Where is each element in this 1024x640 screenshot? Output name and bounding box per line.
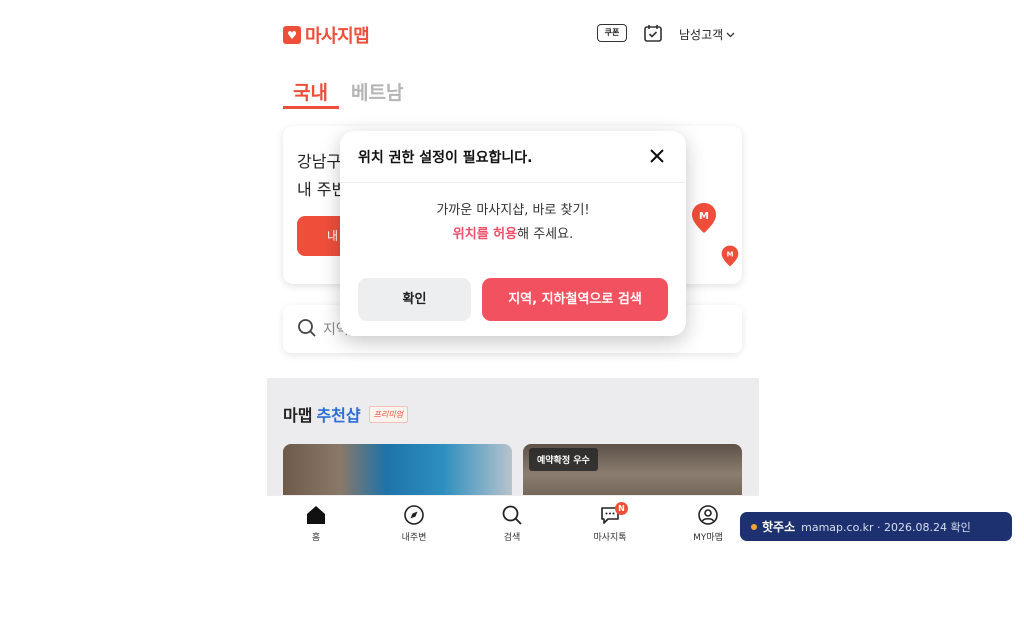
nav-label: 마사지톡	[593, 533, 627, 543]
compass-icon	[404, 505, 424, 525]
coupon-button[interactable]: 쿠폰	[597, 24, 627, 42]
premium-badge: 프리미엄	[368, 405, 409, 423]
gender-selector[interactable]: 남성고객	[679, 26, 735, 43]
calendar-check-icon[interactable]	[643, 23, 663, 43]
modal-message-line1: 가까운 마사지샵, 바로 찾기!	[436, 203, 590, 218]
confirm-button[interactable]: 확인	[358, 278, 471, 321]
map-pin-icon: M	[721, 245, 739, 267]
recommend-title-plain: 마맵	[283, 406, 313, 425]
new-badge: N	[615, 502, 628, 515]
user-icon	[698, 505, 718, 525]
home-icon	[307, 506, 325, 524]
gender-label: 남성고객	[679, 28, 724, 42]
chevron-down-icon	[726, 32, 735, 37]
search-icon	[502, 505, 522, 525]
bottom-nav: 홈 내주변 검색 N 마사지톡 MY마맵	[267, 495, 759, 560]
tab-domestic[interactable]: 국내	[293, 78, 328, 105]
modal-message-rest: 해 주세요.	[517, 227, 574, 242]
tab-vietnam[interactable]: 베트남	[351, 78, 403, 105]
hot-address-toast[interactable]: 핫주소 mamap.co.kr · 2026.08.24 확인	[740, 512, 1012, 541]
close-icon[interactable]	[648, 147, 666, 165]
modal-message-highlight: 위치를 허용	[452, 227, 518, 242]
location-line2: 내 주변	[297, 180, 347, 199]
svg-text:M: M	[727, 251, 734, 259]
toast-title: 핫주소	[762, 520, 796, 534]
nav-item-my[interactable]: MY마맵	[673, 504, 743, 543]
modal-message-line2: 위치를 허용해 주세요.	[340, 223, 686, 247]
location-permission-modal: 위치 권한 설정이 필요합니다. 가까운 마사지샵, 바로 찾기! 위치를 허용…	[340, 131, 686, 336]
nav-label: 검색	[503, 533, 521, 543]
shop-badge: 예약확정 우수	[529, 448, 598, 471]
recommend-title-highlight: 추천샵	[316, 406, 361, 425]
nav-item-home[interactable]: 홈	[281, 504, 351, 543]
location-text: 강남구 내 주변	[297, 148, 346, 204]
header: ♥ 마사지맵 쿠폰 남성고객	[267, 0, 759, 68]
logo-mark-icon: ♥	[283, 26, 301, 44]
nav-item-nearby[interactable]: 내주변	[379, 504, 449, 543]
nav-label: 내주변	[401, 533, 427, 543]
location-line1: 강남구	[297, 152, 342, 171]
active-tab-indicator	[283, 106, 339, 109]
map-pin-icon: M	[692, 203, 716, 233]
modal-title: 위치 권한 설정이 필요합니다.	[358, 150, 533, 166]
modal-divider	[340, 182, 686, 183]
nav-item-search[interactable]: 검색	[477, 504, 547, 543]
nav-label: 홈	[311, 533, 321, 543]
search-icon	[298, 319, 316, 337]
logo-text: 마사지맵	[305, 26, 370, 47]
recommend-title: 마맵 추천샵 프리미엄	[283, 402, 409, 426]
region-tabs: 국내 베트남	[267, 68, 759, 110]
status-dot-icon	[751, 524, 757, 530]
logo[interactable]: ♥ 마사지맵	[283, 22, 370, 48]
svg-text:M: M	[699, 211, 709, 222]
nav-item-chat[interactable]: N 마사지톡	[575, 502, 645, 543]
nav-label: MY마맵	[693, 533, 723, 543]
modal-message: 가까운 마사지샵, 바로 찾기! 위치를 허용해 주세요.	[340, 199, 686, 247]
toast-info: mamap.co.kr · 2026.08.24 확인	[801, 520, 971, 534]
region-search-button[interactable]: 지역, 지하철역으로 검색	[482, 278, 668, 321]
